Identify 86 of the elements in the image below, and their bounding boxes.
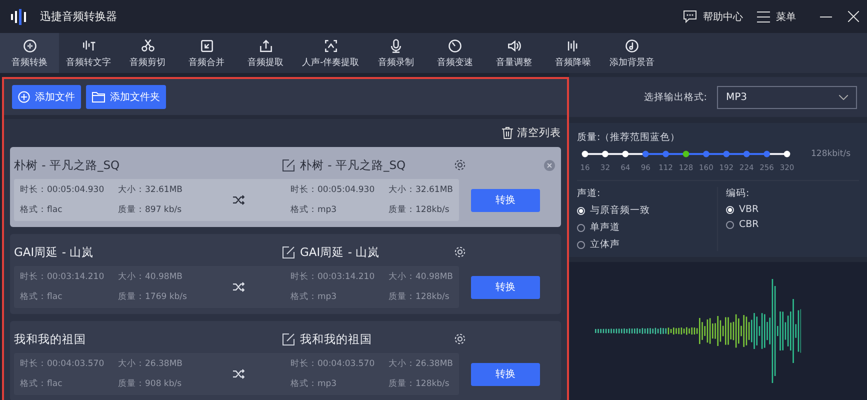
menu-icon[interactable] xyxy=(757,10,770,22)
info-text: 质量：128kb/s xyxy=(388,204,450,216)
info-text: 时长：00:04:03.570 xyxy=(290,358,376,370)
shuffle-icon xyxy=(232,369,244,379)
file-card[interactable]: 朴树 - 平凡之路_SQ 朴树 - 平凡之路_SQ 时长：00:05:04.930 大小：32.61MB 格式：flac 质量：897 kb/s 时长：00:05:04.930 大小：32.61MB 格式：mp3 质量：128kb/s 转换 xyxy=(10,147,561,227)
upload-icon xyxy=(258,38,274,54)
info-text: 格式：flac xyxy=(20,291,64,303)
chat-icon[interactable] xyxy=(683,10,697,23)
channel-radio[interactable]: 立体声 xyxy=(577,238,717,251)
merge-icon xyxy=(198,38,214,54)
format-dropdown[interactable]: MP3 xyxy=(717,86,857,108)
help-link[interactable]: 帮助中心 xyxy=(703,10,743,24)
info-text: 格式：mp3 xyxy=(290,291,338,303)
info-text: 质量：1769 kb/s xyxy=(118,291,188,303)
settings-icon[interactable] xyxy=(454,159,466,171)
add-folder-button[interactable]: 添加文件夹 xyxy=(86,85,166,109)
info-text: 时长：00:05:04.930 xyxy=(20,184,106,196)
info-text: 大小：26.38MB xyxy=(388,358,453,370)
output-file-name: 我和我的祖国 xyxy=(300,332,373,346)
info-text: 格式：mp3 xyxy=(290,204,338,216)
info-text: 大小：26.38MB xyxy=(118,358,184,370)
info-text: 大小：40.98MB xyxy=(118,271,184,283)
convert-button[interactable]: 转换 xyxy=(471,276,540,298)
plus-circle-icon xyxy=(18,91,30,103)
info-text: 质量：128kb/s xyxy=(388,291,450,303)
tool-tab[interactable]: 添加背景音 xyxy=(602,33,662,73)
waveform-circle-icon xyxy=(22,38,38,54)
tool-tab[interactable]: 音频提取 xyxy=(236,33,295,73)
channel-radio[interactable]: 单声道 xyxy=(577,221,717,234)
info-text: 大小：40.98MB xyxy=(388,271,453,283)
trash-icon xyxy=(502,127,513,139)
scan-icon xyxy=(322,38,339,54)
menu-link[interactable]: 菜单 xyxy=(776,10,796,24)
app-title: 迅捷音频转换器 xyxy=(40,9,117,24)
source-file-name: 我和我的祖国 xyxy=(14,332,87,346)
tool-tab[interactable]: 音频变速 xyxy=(425,33,484,73)
encoding-label: 编码: xyxy=(726,187,750,200)
channel-radio[interactable]: 与原音频一致 xyxy=(577,204,717,217)
file-card[interactable]: GAI周延 - 山岚 GAI周延 - 山岚 时长：00:03:14.210 大小：40.98MB 格式：flac 质量：1769 kb/s 时长：00:03:14.210 大小：40.98MB 格式：mp3 质量：128kb/s 转换 xyxy=(10,234,561,314)
info-text: 格式：flac xyxy=(20,378,64,390)
info-text: 时长：00:05:04.930 xyxy=(290,184,376,196)
quality-reading: 128kbit/s xyxy=(811,149,851,159)
tool-tab[interactable]: 音频合并 xyxy=(177,33,236,73)
tool-tab[interactable]: 音量调整 xyxy=(484,33,544,73)
encoding-radio[interactable]: CBR xyxy=(726,219,759,230)
gauge-icon xyxy=(446,38,463,54)
info-text: 质量：128kb/s xyxy=(388,378,450,390)
music-note-icon xyxy=(624,38,640,54)
source-file-name: GAI周延 - 山岚 xyxy=(14,244,95,260)
info-text: 大小：32.61MB xyxy=(118,184,184,196)
folder-icon xyxy=(92,92,105,102)
convert-button[interactable]: 转换 xyxy=(471,188,540,212)
close-icon[interactable] xyxy=(848,11,859,22)
info-text: 格式：flac xyxy=(20,204,64,216)
minimize-icon[interactable] xyxy=(820,16,832,18)
source-file-name: 朴树 - 平凡之路_SQ xyxy=(14,158,121,172)
quality-label: 质量:（推荐范围蓝色） xyxy=(577,131,682,144)
output-file-name: GAI周延 - 山岚 xyxy=(300,244,381,260)
tool-tab[interactable]: 人声-伴奏提取 xyxy=(295,33,366,73)
tool-tab[interactable]: 音频降噪 xyxy=(543,33,602,73)
scissors-icon xyxy=(140,38,156,54)
output-file-name: 朴树 - 平凡之路_SQ xyxy=(300,158,407,172)
shuffle-icon xyxy=(232,195,244,205)
info-text: 时长：00:04:03.570 xyxy=(20,358,106,370)
tool-tab[interactable]: 音频转文字 xyxy=(59,33,118,73)
encoding-radio[interactable]: VBR xyxy=(726,204,759,215)
info-text: 质量：908 kb/s xyxy=(118,378,183,390)
info-text: 大小：32.61MB xyxy=(388,184,453,196)
tool-tab[interactable]: 音频剪切 xyxy=(118,33,177,73)
info-text: 时长：00:03:14.210 xyxy=(20,271,106,283)
file-card[interactable]: 我和我的祖国 我和我的祖国 时长：00:04:03.570 大小：26.38MB 格式：flac 质量：908 kb/s 时长：00:04:03.570 大小：26.38MB 格式：mp3 质量：128kb/s 转换 xyxy=(10,321,561,400)
channel-label: 声道: xyxy=(577,187,602,200)
info-text: 格式：mp3 xyxy=(290,378,338,390)
output-format-label: 选择输出格式: xyxy=(644,90,707,104)
tool-tab[interactable]: 音频录制 xyxy=(366,33,426,73)
convert-button[interactable]: 转换 xyxy=(471,362,540,386)
clear-list-button[interactable]: 清空列表 xyxy=(502,126,561,140)
chevron-down-icon xyxy=(839,94,848,100)
info-text: 质量：897 kb/s xyxy=(118,204,183,216)
tool-tab[interactable]: 音频转换 xyxy=(0,33,59,73)
shuffle-icon xyxy=(232,282,244,292)
speaker-icon xyxy=(506,38,522,54)
edit-icon[interactable] xyxy=(282,158,295,172)
voice-text-icon xyxy=(80,38,96,54)
add-file-button[interactable]: 添加文件 xyxy=(12,85,81,109)
info-text: 时长：00:03:14.210 xyxy=(290,271,376,283)
